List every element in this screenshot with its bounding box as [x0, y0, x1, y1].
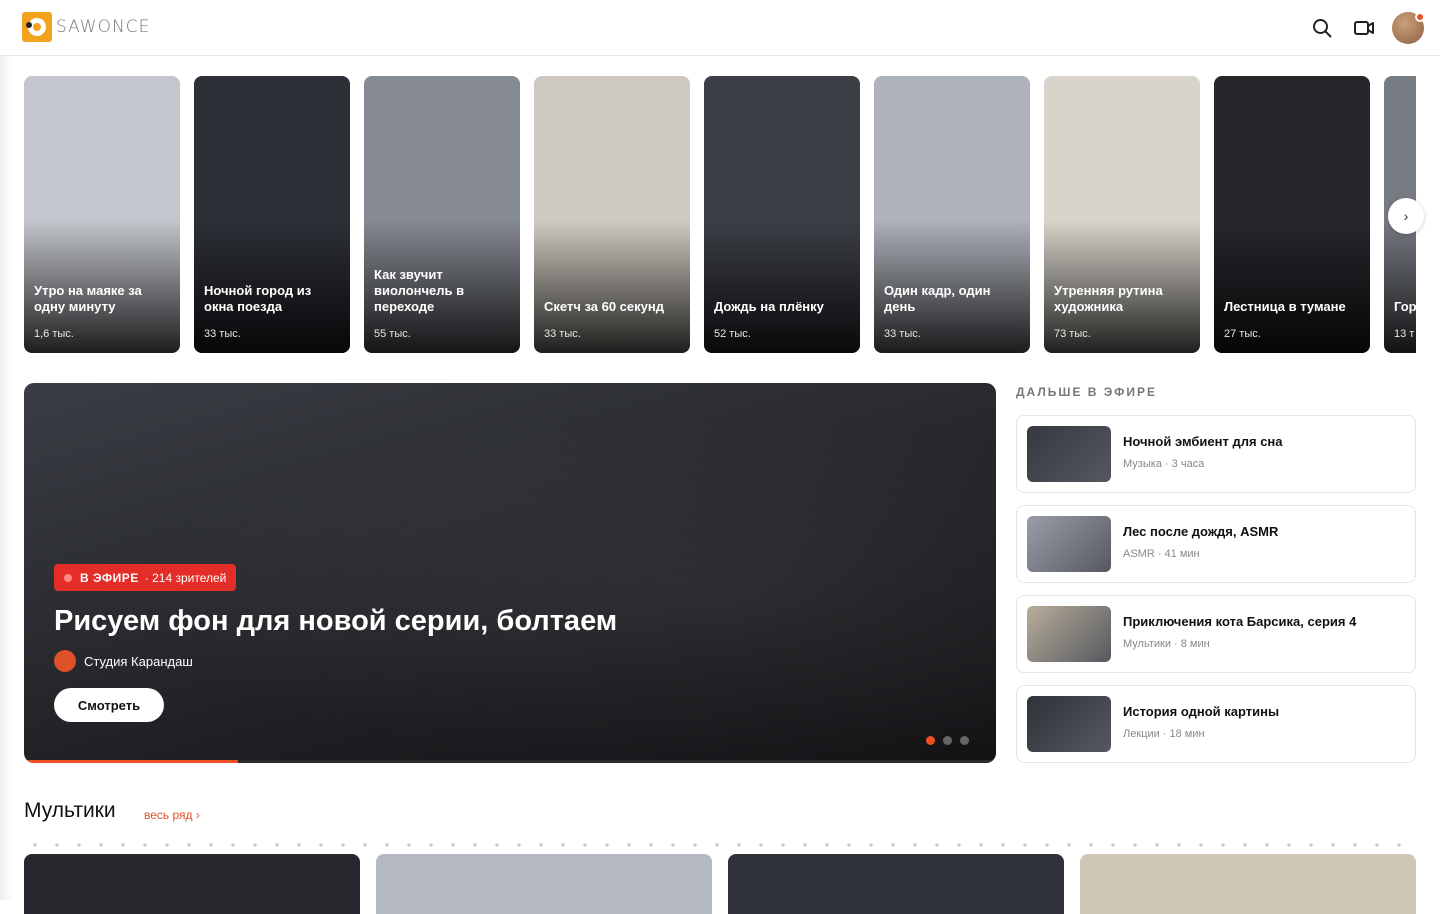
logo-text: SAWONCE	[56, 17, 151, 37]
story-title: Скетч за 60 секунд	[544, 299, 664, 314]
up-next-title: Приключения кота Барсика, серия 4	[1123, 614, 1357, 629]
story-views: 73 тыс.	[1054, 328, 1091, 340]
viewer-count: · 214 зрителей	[144, 570, 227, 585]
author-name: Студия Карандаш	[84, 653, 193, 669]
up-next-card[interactable]: Ночной эмбиент для сна Музыка · 3 часа	[1016, 415, 1416, 493]
up-next-card[interactable]: Приключения кота Барсика, серия 4 Мультик…	[1016, 595, 1416, 673]
camera-icon[interactable]	[1353, 17, 1375, 39]
up-next-card[interactable]: История одной картины Лекции · 18 мин	[1016, 685, 1416, 763]
notification-dot	[1415, 12, 1425, 22]
story-card[interactable]: Скетч за 60 секунд 33 тыс.	[534, 76, 690, 353]
up-next-meta: Музыка · 3 часа	[1123, 458, 1205, 470]
story-views: 33 тыс.	[884, 328, 921, 340]
live-label: В ЭФИРЕ	[80, 570, 139, 585]
logo-icon	[22, 12, 52, 42]
hero-live-player[interactable]: В ЭФИРЕ · 214 зрителей Рисуем фон для но…	[24, 383, 996, 763]
cartoon-card[interactable]	[728, 854, 1064, 914]
up-next-card[interactable]: Лес после дождя, ASMR ASMR · 41 мин	[1016, 505, 1416, 583]
hero-progress-bar	[24, 760, 996, 763]
up-next-title: Лес после дождя, ASMR	[1123, 524, 1279, 539]
user-avatar[interactable]	[1392, 12, 1425, 44]
live-dot-icon	[64, 573, 72, 582]
up-next-title: Ночной эмбиент для сна	[1123, 434, 1283, 449]
up-next-thumbnail	[1027, 426, 1111, 482]
hero-author[interactable]: Студия Карандаш	[54, 650, 193, 672]
hero-title: Рисуем фон для новой серии, болтаем	[54, 605, 618, 637]
up-next-meta: ASMR · 41 мин	[1123, 548, 1200, 560]
slide-dot[interactable]	[943, 736, 952, 745]
stories-row: Утро на маяке за одну минуту 1,6 тыс. Ночн…	[24, 76, 1416, 353]
top-header: SAWONCE	[0, 0, 1440, 56]
chevron-right-icon: ›	[1403, 208, 1409, 224]
story-views: 52 тыс.	[714, 328, 751, 340]
story-views: 1,6 тыс.	[34, 328, 74, 340]
author-avatar	[54, 650, 76, 672]
story-views: 33 тыс.	[544, 328, 581, 340]
story-views: 33 тыс.	[204, 328, 241, 340]
story-card[interactable]: Утренняя рутина художника 73 тыс.	[1044, 76, 1200, 353]
slide-indicators	[926, 736, 969, 745]
stories-next-button[interactable]: ›	[1388, 198, 1424, 234]
up-next-thumbnail	[1027, 516, 1111, 572]
slide-dot[interactable]	[926, 736, 935, 745]
story-card[interactable]: Как звучит виолончель в переходе 55 тыс.	[364, 76, 520, 353]
section-see-all-link[interactable]: весь ряд ›	[144, 808, 200, 822]
story-card[interactable]: Ночной город из окна поезда 33 тыс.	[194, 76, 350, 353]
story-title: Как звучит виолончель в переходе	[374, 267, 465, 314]
story-views: 13 т	[1394, 328, 1415, 340]
story-views: 55 тыс.	[374, 328, 411, 340]
hero-progress-fill	[24, 760, 238, 763]
left-edge-shadow	[0, 56, 14, 900]
live-badge: В ЭФИРЕ · 214 зрителей	[54, 564, 237, 591]
story-title: Один кадр, один день	[884, 283, 991, 314]
up-next-title: История одной картины	[1123, 704, 1280, 719]
search-icon[interactable]	[1311, 17, 1333, 39]
watch-button[interactable]: Смотреть	[54, 688, 164, 722]
cartoon-card[interactable]	[24, 854, 360, 914]
logo[interactable]: SAWONCE	[22, 12, 150, 42]
story-views: 27 тыс.	[1224, 328, 1261, 340]
story-title: Ночной город из окна поезда	[204, 283, 312, 314]
up-next-meta: Мультики · 8 мин	[1123, 638, 1210, 650]
story-title: Гор	[1394, 299, 1416, 314]
story-card[interactable]: Один кадр, один день 33 тыс.	[874, 76, 1030, 353]
story-card[interactable]: Утро на маяке за одну минуту 1,6 тыс.	[24, 76, 180, 353]
up-next-thumbnail	[1027, 696, 1111, 752]
up-next-meta: Лекции · 18 мин	[1123, 728, 1205, 740]
story-card[interactable]: Дождь на плёнку 52 тыс.	[704, 76, 860, 353]
up-next-heading: ДАЛЬШЕ В ЭФИРЕ	[1016, 385, 1158, 399]
up-next-thumbnail	[1027, 606, 1111, 662]
story-title: Утро на маяке за одну минуту	[34, 283, 142, 314]
slide-dot[interactable]	[960, 736, 969, 745]
story-title: Лестница в тумане	[1224, 299, 1346, 314]
dotted-divider	[24, 842, 1416, 848]
story-title: Утренняя рутина художника	[1054, 283, 1163, 314]
cartoon-card[interactable]	[1080, 854, 1416, 914]
cartoon-card[interactable]	[376, 854, 712, 914]
story-card[interactable]: Лестница в тумане 27 тыс.	[1214, 76, 1370, 353]
section-title: Мультики	[24, 799, 116, 822]
story-title: Дождь на плёнку	[714, 299, 824, 314]
